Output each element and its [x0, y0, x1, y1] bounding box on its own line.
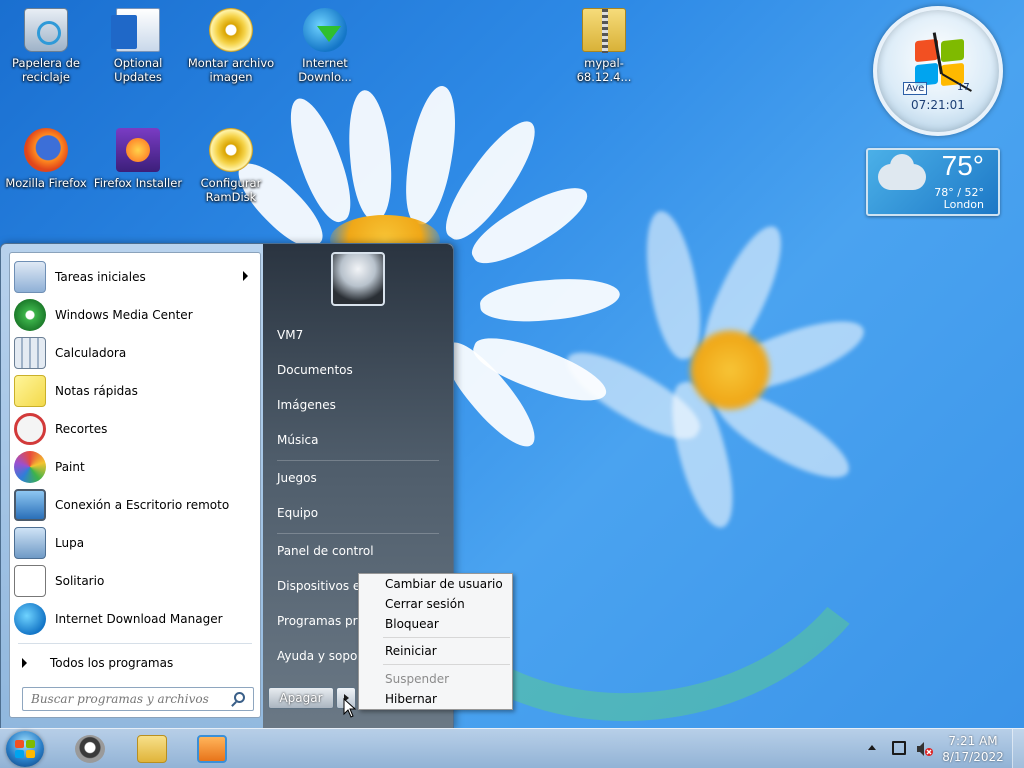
divider	[383, 637, 510, 638]
menu-item-sleep: Suspender	[385, 672, 450, 686]
places-item-pictures[interactable]: Imágenes	[271, 390, 447, 420]
taskbar: 7:21 AM 8/17/2022	[0, 728, 1024, 768]
program-item-sticky-notes[interactable]: Notas rápidas	[10, 372, 260, 410]
submenu-arrow-icon[interactable]	[243, 271, 248, 281]
getting-started-icon	[14, 261, 46, 293]
desktop-icon-firefox-installer[interactable]: Firefox Installer	[92, 128, 184, 190]
menu-item-lock[interactable]: Bloquear	[361, 614, 510, 634]
desktop-icon-internet-download-manager[interactable]: Internet Downlo...	[279, 8, 371, 84]
firefox-installer-icon	[116, 128, 160, 172]
network-icon[interactable]	[892, 741, 906, 755]
show-hidden-icons-icon[interactable]	[868, 745, 876, 750]
places-item-computer[interactable]: Equipo	[271, 498, 447, 528]
all-programs-button[interactable]: Todos los programas	[10, 647, 260, 679]
remote-desktop-icon	[14, 489, 46, 521]
search-input[interactable]	[23, 688, 223, 710]
program-item-getting-started[interactable]: Tareas iniciales	[10, 258, 260, 296]
disc-icon	[209, 8, 253, 52]
places-item-help-support[interactable]: Ayuda y soporte técnico	[271, 641, 361, 671]
sticky-notes-icon	[14, 375, 46, 407]
menu-item-hibernate[interactable]: Hibernar	[361, 689, 510, 709]
volume-muted-icon[interactable]	[916, 741, 933, 757]
internet-download-manager-icon	[14, 603, 46, 635]
weather-gadget[interactable]: 75° 78° / 52° London	[866, 148, 1000, 216]
clock-date: 17	[957, 82, 970, 93]
program-item-snipping-tool[interactable]: Recortes	[10, 410, 260, 448]
document-icon	[111, 8, 160, 52]
arrow-right-icon	[22, 658, 27, 668]
internet-download-manager-icon	[303, 8, 347, 52]
start-search-box[interactable]	[22, 687, 254, 711]
divider	[18, 643, 252, 644]
program-item-solitaire[interactable]: Solitario	[10, 562, 260, 600]
paint-icon	[14, 451, 46, 483]
taskbar-time: 7:21 AM	[948, 734, 998, 748]
program-item-paint[interactable]: Paint	[10, 448, 260, 486]
places-item-control-panel[interactable]: Panel de control	[271, 536, 447, 566]
menu-item-log-off[interactable]: Cerrar sesión	[361, 594, 510, 614]
start-menu-programs-pane: Tareas iniciales Windows Media Center Ca…	[9, 252, 261, 718]
divider	[277, 460, 439, 461]
places-item-games[interactable]: Juegos	[271, 463, 447, 493]
search-icon[interactable]	[234, 692, 245, 703]
places-item-documents[interactable]: Documentos	[271, 355, 447, 385]
program-item-media-center[interactable]: Windows Media Center	[10, 296, 260, 334]
desktop-icon-mount-image[interactable]: Montar archivo imagen	[185, 8, 277, 84]
disc-icon	[209, 128, 253, 172]
firefox-icon	[24, 128, 68, 172]
places-item-user[interactable]: VM7	[271, 320, 447, 350]
calculator-icon	[14, 337, 46, 369]
program-item-remote-desktop[interactable]: Conexión a Escritorio remoto	[10, 486, 260, 524]
clock-gadget[interactable]: Ave 17 07:21:01	[873, 6, 1003, 136]
media-player-icon	[197, 735, 227, 763]
cloudy-weather-icon	[878, 154, 926, 190]
power-options-menu: Cambiar de usuario Cerrar sesión Bloquea…	[358, 573, 513, 710]
program-item-magnifier[interactable]: Lupa	[10, 524, 260, 562]
system-tray	[868, 729, 938, 768]
taskbar-app-mypal[interactable]	[62, 732, 118, 766]
program-item-internet-download-manager[interactable]: Internet Download Manager	[10, 600, 260, 638]
recycle-bin-icon	[24, 8, 68, 52]
weather-city: London	[943, 198, 984, 211]
taskbar-app-explorer[interactable]	[124, 732, 180, 766]
snipping-tool-icon	[14, 413, 46, 445]
folder-icon	[137, 735, 167, 763]
desktop-icon-ramdisk[interactable]: Configurar RamDisk	[185, 128, 277, 204]
zip-folder-icon	[582, 8, 626, 53]
places-item-default-programs[interactable]: Programas predeterminados	[271, 606, 361, 636]
taskbar-app-media-player[interactable]	[184, 732, 240, 766]
windows-logo-icon	[15, 740, 24, 748]
menu-item-restart[interactable]: Reiniciar	[361, 641, 510, 661]
clock-digital-time: 07:21:01	[911, 98, 965, 112]
shutdown-button[interactable]: Apagar	[268, 687, 334, 709]
raccoon-browser-icon	[75, 735, 105, 763]
user-avatar[interactable]	[331, 252, 385, 306]
weather-temperature: 75°	[941, 150, 984, 181]
start-button[interactable]	[6, 731, 44, 767]
divider	[277, 533, 439, 534]
solitaire-icon	[14, 565, 46, 597]
desktop-icon-recycle-bin[interactable]: Papelera de reciclaje	[0, 8, 92, 84]
desktop-icon-mypal-archive[interactable]: mypal-68.12.4...	[558, 8, 650, 84]
divider	[383, 664, 510, 665]
menu-item-switch-user[interactable]: Cambiar de usuario	[361, 574, 510, 594]
desktop-icon-firefox[interactable]: Mozilla Firefox	[0, 128, 92, 190]
magnifier-icon	[14, 527, 46, 559]
taskbar-date: 8/17/2022	[942, 750, 1004, 764]
program-item-calculator[interactable]: Calculadora	[10, 334, 260, 372]
taskbar-clock[interactable]: 7:21 AM 8/17/2022	[942, 733, 1004, 765]
clock-label: Ave	[903, 82, 928, 95]
media-center-icon	[14, 299, 46, 331]
places-item-music[interactable]: Música	[271, 425, 447, 455]
show-desktop-button[interactable]	[1012, 729, 1024, 768]
places-item-devices-printers[interactable]: Dispositivos e impresoras	[271, 571, 361, 601]
desktop-icon-optional-updates[interactable]: Optional Updates	[92, 8, 184, 84]
